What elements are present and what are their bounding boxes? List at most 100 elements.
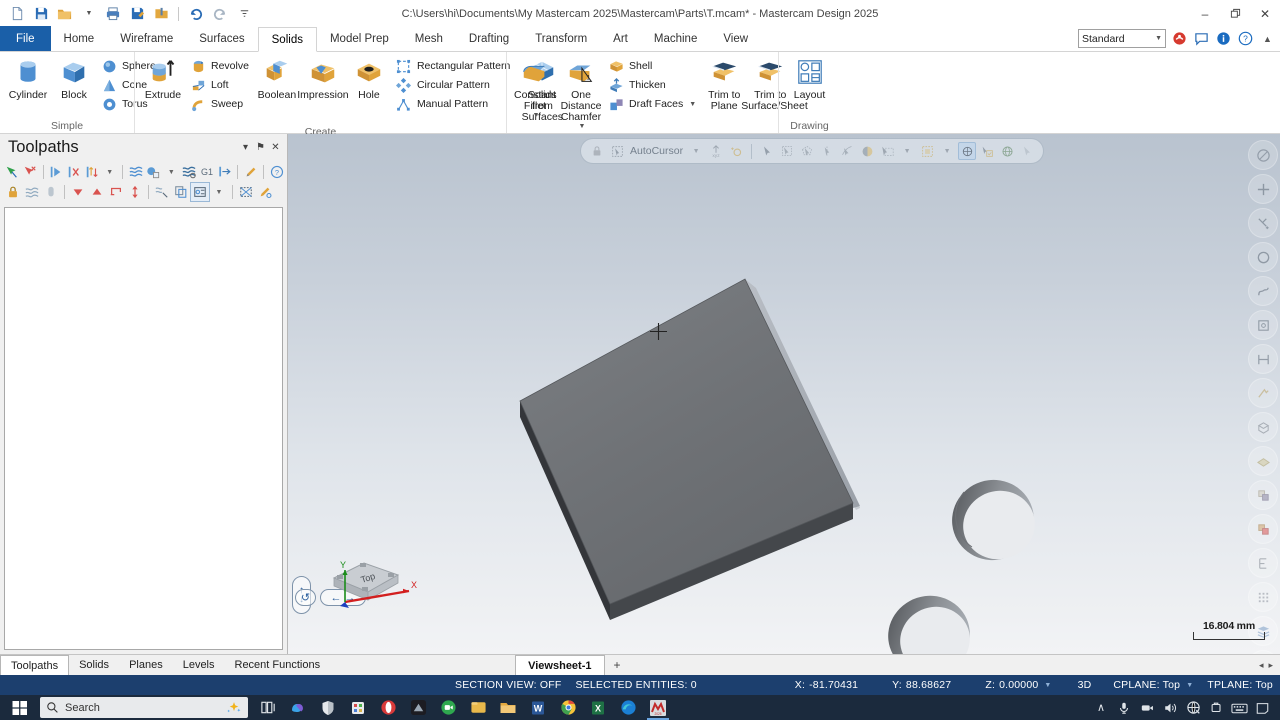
zip-project-icon[interactable] [150, 3, 172, 25]
add-viewsheet-button[interactable]: + [605, 655, 630, 675]
save-as-icon[interactable] [126, 3, 148, 25]
tab-art[interactable]: Art [600, 26, 641, 51]
select-single-icon[interactable] [818, 142, 836, 160]
one-distance-chamfer-dropdown-icon[interactable]: ▼ [579, 123, 586, 130]
opera-icon[interactable] [374, 695, 402, 720]
xyz-snap-icon[interactable]: xyz [707, 142, 725, 160]
save-icon[interactable] [30, 3, 52, 25]
open-dropdown-icon[interactable]: ▼ [78, 3, 100, 25]
minimize-button[interactable]: – [1190, 0, 1220, 27]
verify-icon[interactable] [145, 163, 162, 181]
loft-button[interactable]: Loft [187, 76, 253, 94]
constant-fillet-button[interactable]: Constant Fillet ▼ [513, 54, 557, 121]
status-mode-3d[interactable]: 3D [1071, 679, 1099, 691]
copilot-icon[interactable] [284, 695, 312, 720]
pin-icon[interactable]: ⚑ [253, 140, 268, 155]
plane-icon[interactable] [1248, 446, 1278, 476]
origin-snap-icon[interactable] [727, 142, 745, 160]
select-window-icon[interactable] [778, 142, 796, 160]
tab-model-prep[interactable]: Model Prep [317, 26, 402, 51]
select-polygon-icon[interactable] [798, 142, 816, 160]
graphics-viewport[interactable]: AutoCursor ▼ xyz ▼ ▼ ↺ ← → Top X Y 16.80… [288, 134, 1280, 654]
add-point-icon[interactable] [1248, 174, 1278, 204]
view-gnomon[interactable]: Top X Y [312, 550, 422, 620]
end-selection-icon[interactable] [1018, 142, 1036, 160]
tab-machine[interactable]: Machine [641, 26, 710, 51]
high-speed-icon[interactable] [217, 163, 234, 181]
tab-surfaces[interactable]: Surfaces [186, 26, 257, 51]
show-hidden-icons-icon[interactable]: ∧ [1091, 695, 1111, 720]
select-pointer-icon[interactable] [758, 142, 776, 160]
move-down-icon[interactable] [69, 183, 87, 201]
chrome-icon[interactable] [554, 695, 582, 720]
status-section-view[interactable]: SECTION VIEW: OFF [448, 679, 568, 691]
configuration-select[interactable]: Standard ▼ [1078, 29, 1166, 48]
file-explorer-icon[interactable] [494, 695, 522, 720]
trim-to-plane-button[interactable]: Trim to Plane [702, 54, 746, 114]
rectangle-shape-icon[interactable] [1248, 310, 1278, 340]
options-dropdown-icon[interactable]: ▼ [210, 183, 228, 201]
edge-icon[interactable] [614, 695, 642, 720]
chevron-down-icon[interactable]: ▼ [1186, 682, 1193, 689]
close-panel-icon[interactable]: ✕ [268, 140, 283, 155]
restore-button[interactable] [1220, 0, 1250, 27]
edit-icon[interactable] [242, 163, 259, 181]
viewsheet-tab[interactable]: Viewsheet-1 [515, 655, 605, 675]
solid-extrude-icon[interactable] [1248, 412, 1278, 442]
tab-view[interactable]: View [710, 26, 761, 51]
lock-icon[interactable] [588, 142, 606, 160]
toolpath-group-icon[interactable] [107, 183, 125, 201]
spline-icon[interactable] [1248, 276, 1278, 306]
dynamic-rotate-icon[interactable] [998, 142, 1016, 160]
draft-faces-button[interactable]: Draft Faces ▼ [605, 95, 700, 113]
toolpaths-tree[interactable] [4, 207, 283, 650]
redo-icon[interactable] [209, 3, 231, 25]
viewport-selection-toolbar[interactable]: AutoCursor ▼ xyz ▼ ▼ [580, 138, 1045, 164]
microphone-icon[interactable] [1114, 695, 1134, 720]
camera-icon[interactable] [1137, 695, 1157, 720]
expand-collapse-icon[interactable] [126, 183, 144, 201]
help-icon[interactable]: ? [268, 163, 285, 181]
select-only-dropdown-icon[interactable]: ▼ [938, 142, 956, 160]
rectangular-pattern-button[interactable]: Rectangular Pattern [393, 57, 514, 75]
excel-icon[interactable]: X [584, 695, 612, 720]
select-all-dropdown-icon[interactable]: ▼ [898, 142, 916, 160]
keyboard-icon[interactable] [1229, 695, 1249, 720]
status-z-coordinate[interactable]: Z: 0.00000 ▼ [978, 679, 1058, 691]
word-icon[interactable]: W [524, 695, 552, 720]
undo-icon[interactable] [185, 3, 207, 25]
circular-pattern-button[interactable]: Circular Pattern [393, 76, 514, 94]
taskbar-search-box[interactable]: Search [40, 697, 248, 718]
search-input[interactable]: Search [65, 702, 220, 714]
calculator-icon[interactable] [344, 695, 372, 720]
revolve-button[interactable]: Revolve [187, 57, 253, 75]
deselect-all-toolpaths-icon[interactable] [22, 163, 39, 181]
bottom-tab-solids[interactable]: Solids [69, 655, 119, 675]
tab-wireframe[interactable]: Wireframe [107, 26, 186, 51]
circle-icon[interactable] [1248, 242, 1278, 272]
attributes-icon[interactable] [1248, 548, 1278, 578]
network-offline-icon[interactable] [1183, 695, 1203, 720]
verify-selection-icon[interactable] [978, 142, 996, 160]
hole-button[interactable]: Hole [347, 54, 391, 103]
draft-faces-dropdown-icon[interactable]: ▼ [689, 101, 696, 108]
regenerate-dirty-icon[interactable] [83, 163, 100, 181]
spotify-icon[interactable] [464, 695, 492, 720]
extrude-button[interactable]: Extrude [141, 54, 185, 103]
volume-icon[interactable] [1160, 695, 1180, 720]
no-entry-icon[interactable] [1248, 140, 1278, 170]
shell-button[interactable]: Shell [605, 57, 700, 75]
close-button[interactable]: ✕ [1250, 0, 1280, 27]
security-shield-icon[interactable] [314, 695, 342, 720]
autocursor-dropdown-icon[interactable]: ▼ [687, 142, 705, 160]
info-icon[interactable] [1215, 30, 1232, 47]
level-icon[interactable] [1248, 480, 1278, 510]
toggle-display-icon[interactable] [42, 183, 60, 201]
cylinder-button[interactable]: Cylinder [6, 54, 50, 103]
status-cplane[interactable]: CPLANE: Top ▼ [1106, 679, 1200, 691]
options-icon[interactable] [190, 182, 210, 202]
panel-menu-icon[interactable]: ▾ [238, 140, 253, 155]
tab-drafting[interactable]: Drafting [456, 26, 522, 51]
lock-toolpath-icon[interactable] [4, 183, 22, 201]
notifications-icon[interactable] [1252, 695, 1272, 720]
